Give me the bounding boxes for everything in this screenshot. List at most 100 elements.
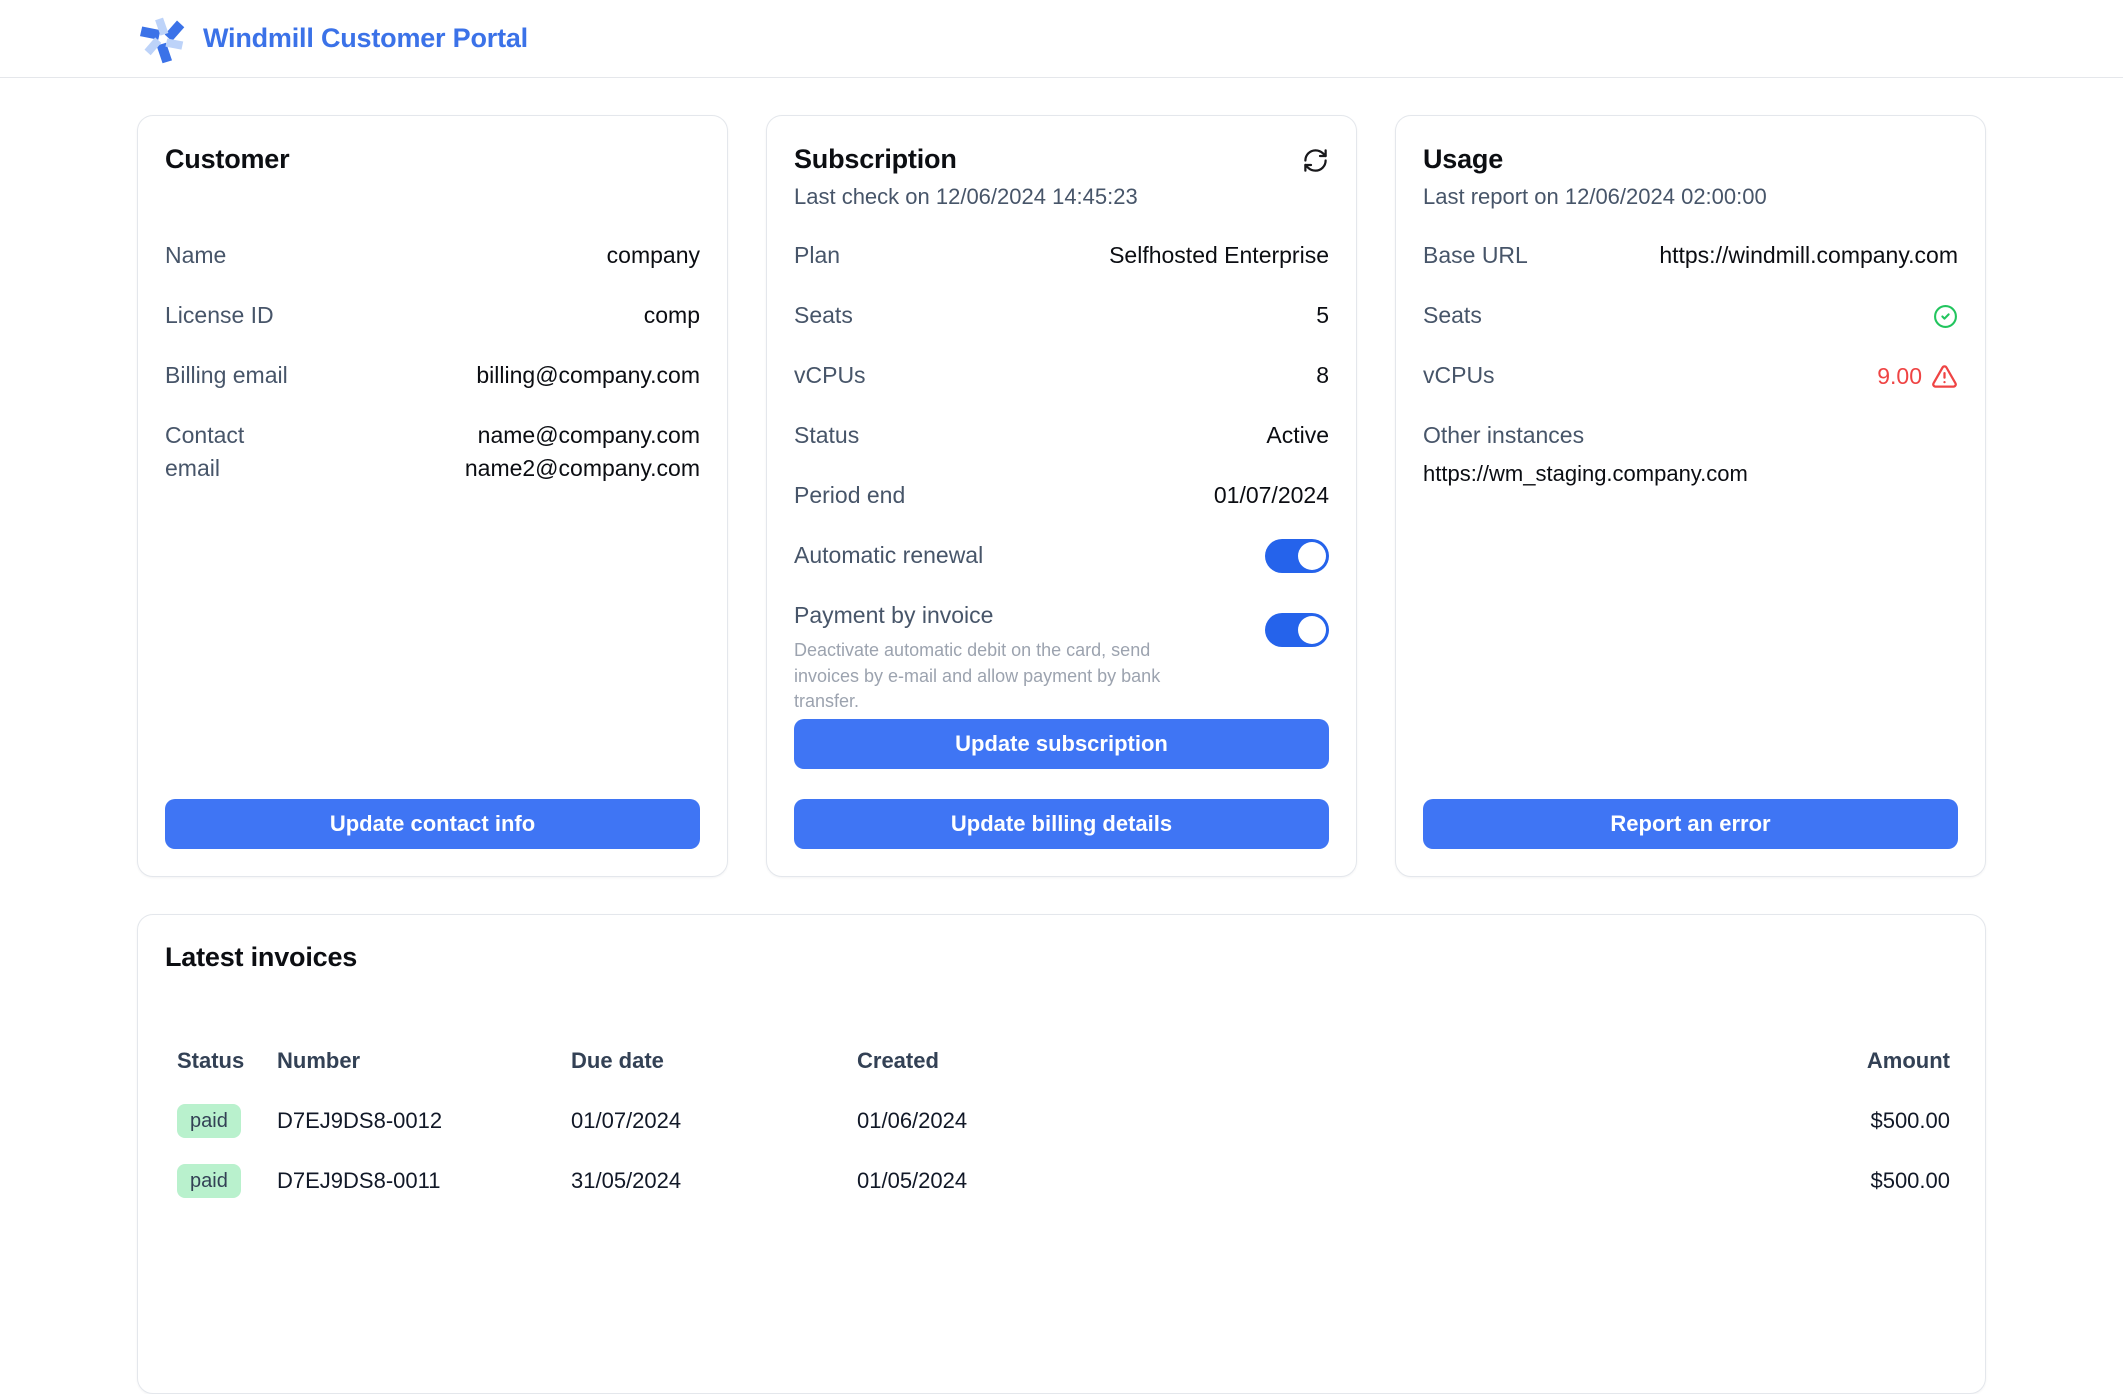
- seats-value: 5: [1316, 299, 1329, 332]
- seats-label: Seats: [794, 299, 853, 332]
- alert-triangle-icon: [1931, 363, 1958, 390]
- vcpus-value: 8: [1316, 359, 1329, 392]
- invoice-status-cell: paid: [165, 1091, 277, 1151]
- subscription-card: Subscription Last check on 12/06/2024 14…: [766, 115, 1357, 877]
- toggle-knob: [1298, 542, 1326, 570]
- subscription-card-title: Subscription: [794, 143, 1138, 177]
- payment-by-invoice-toggle[interactable]: [1265, 613, 1329, 647]
- subscription-last-check: Last check on 12/06/2024 14:45:23: [794, 184, 1138, 210]
- usage-vcpus-label: vCPUs: [1423, 359, 1495, 392]
- status-value: Active: [1266, 419, 1329, 452]
- automatic-renewal-row: Automatic renewal: [794, 539, 1329, 573]
- contact-email-value-1: name@company.com: [465, 419, 700, 452]
- license-id-value: comp: [644, 299, 700, 332]
- invoice-number-cell: D7EJ9DS8-0012: [277, 1091, 571, 1151]
- customer-card: Customer Name company License ID comp Bi…: [137, 115, 728, 877]
- usage-seats-label: Seats: [1423, 299, 1482, 332]
- usage-vcpus-value: 9.00: [1877, 363, 1922, 390]
- billing-email-label: Billing email: [165, 359, 288, 392]
- refresh-button[interactable]: [1302, 147, 1329, 177]
- subscription-card-heading-block: Subscription Last check on 12/06/2024 14…: [794, 143, 1138, 210]
- invoice-created-cell: 01/06/2024: [857, 1091, 1738, 1151]
- invoices-table-header-row: Status Number Due date Created Amount: [165, 1031, 1958, 1091]
- update-subscription-button[interactable]: Update subscription: [794, 719, 1329, 769]
- plan-value: Selfhosted Enterprise: [1109, 239, 1329, 272]
- status-row: Status Active: [794, 419, 1329, 453]
- period-end-label: Period end: [794, 479, 905, 512]
- payment-by-invoice-row: Payment by invoice Deactivate automatic …: [794, 599, 1329, 693]
- usage-card-heading-block: Usage Last report on 12/06/2024 02:00:00: [1423, 143, 1767, 210]
- customer-card-header: Customer: [165, 143, 700, 239]
- column-header-status: Status: [165, 1031, 277, 1091]
- plan-row: Plan Selfhosted Enterprise: [794, 239, 1329, 273]
- app-title: Windmill Customer Portal: [203, 23, 528, 54]
- customer-billing-email-row: Billing email billing@company.com: [165, 359, 700, 393]
- name-value: company: [607, 239, 700, 272]
- payment-by-invoice-text: Payment by invoice Deactivate automatic …: [794, 599, 1214, 714]
- column-header-number: Number: [277, 1031, 571, 1091]
- invoice-amount-cell: $500.00: [1738, 1151, 1958, 1211]
- other-instances-value: https://wm_staging.company.com: [1423, 461, 1958, 487]
- invoice-due-date-cell: 31/05/2024: [571, 1151, 857, 1211]
- plan-label: Plan: [794, 239, 840, 272]
- base-url-row: Base URL https://windmill.company.com: [1423, 239, 1958, 273]
- update-contact-info-button[interactable]: Update contact info: [165, 799, 700, 849]
- customer-card-spacer: [165, 512, 700, 799]
- contact-email-label: Contact email: [165, 419, 270, 486]
- base-url-value: https://windmill.company.com: [1659, 239, 1958, 272]
- customer-contact-email-row: Contact email name@company.com name2@com…: [165, 419, 700, 486]
- invoice-created-cell: 01/05/2024: [857, 1151, 1738, 1211]
- period-end-row: Period end 01/07/2024: [794, 479, 1329, 513]
- usage-seats-row: Seats: [1423, 299, 1958, 333]
- report-an-error-button[interactable]: Report an error: [1423, 799, 1958, 849]
- name-label: Name: [165, 239, 226, 272]
- vcpus-label: vCPUs: [794, 359, 866, 392]
- usage-last-report: Last report on 12/06/2024 02:00:00: [1423, 184, 1767, 210]
- customer-name-row: Name company: [165, 239, 700, 273]
- base-url-label: Base URL: [1423, 239, 1528, 272]
- page-content: Customer Name company License ID comp Bi…: [137, 115, 1986, 1394]
- update-billing-details-button[interactable]: Update billing details: [794, 799, 1329, 849]
- latest-invoices-title: Latest invoices: [165, 942, 1958, 973]
- usage-vcpus-value-wrap: 9.00: [1877, 363, 1958, 390]
- contact-email-value-2: name2@company.com: [465, 452, 700, 485]
- usage-card: Usage Last report on 12/06/2024 02:00:00…: [1395, 115, 1986, 877]
- status-badge: paid: [177, 1164, 241, 1198]
- other-instances-label: Other instances: [1423, 419, 1958, 452]
- invoices-table: Status Number Due date Created Amount pa…: [165, 1031, 1958, 1211]
- top-bar: Windmill Customer Portal: [0, 0, 2123, 78]
- invoice-due-date-cell: 01/07/2024: [571, 1091, 857, 1151]
- status-badge: paid: [177, 1104, 241, 1138]
- usage-card-header: Usage Last report on 12/06/2024 02:00:00: [1423, 143, 1958, 239]
- status-label: Status: [794, 419, 859, 452]
- usage-card-title: Usage: [1423, 143, 1767, 177]
- windmill-logo-icon: [135, 11, 191, 67]
- customer-card-title: Customer: [165, 143, 289, 177]
- billing-email-value: billing@company.com: [476, 359, 700, 392]
- check-circle-icon: [1933, 304, 1958, 329]
- refresh-icon: [1302, 147, 1329, 174]
- usage-vcpus-row: vCPUs 9.00: [1423, 359, 1958, 393]
- automatic-renewal-toggle[interactable]: [1265, 539, 1329, 573]
- other-instances-block: Other instances https://wm_staging.compa…: [1423, 419, 1958, 487]
- customer-license-row: License ID comp: [165, 299, 700, 333]
- invoice-amount-cell: $500.00: [1738, 1091, 1958, 1151]
- invoice-status-cell: paid: [165, 1151, 277, 1211]
- automatic-renewal-label: Automatic renewal: [794, 539, 983, 572]
- payment-by-invoice-label: Payment by invoice: [794, 602, 993, 628]
- payment-by-invoice-description: Deactivate automatic debit on the card, …: [794, 638, 1214, 714]
- subscription-vcpus-row: vCPUs 8: [794, 359, 1329, 393]
- invoice-row: paid D7EJ9DS8-0012 01/07/2024 01/06/2024…: [165, 1091, 1958, 1151]
- invoice-number-cell: D7EJ9DS8-0011: [277, 1151, 571, 1211]
- period-end-value: 01/07/2024: [1214, 479, 1329, 512]
- column-header-amount: Amount: [1738, 1031, 1958, 1091]
- subscription-seats-row: Seats 5: [794, 299, 1329, 333]
- toggle-knob: [1298, 616, 1326, 644]
- column-header-due-date: Due date: [571, 1031, 857, 1091]
- subscription-card-header: Subscription Last check on 12/06/2024 14…: [794, 143, 1329, 239]
- usage-card-spacer: [1423, 513, 1958, 799]
- column-header-created: Created: [857, 1031, 1738, 1091]
- contact-email-value: name@company.com name2@company.com: [465, 419, 700, 486]
- latest-invoices-card: Latest invoices Status Number Due date C…: [137, 914, 1986, 1394]
- license-id-label: License ID: [165, 299, 274, 332]
